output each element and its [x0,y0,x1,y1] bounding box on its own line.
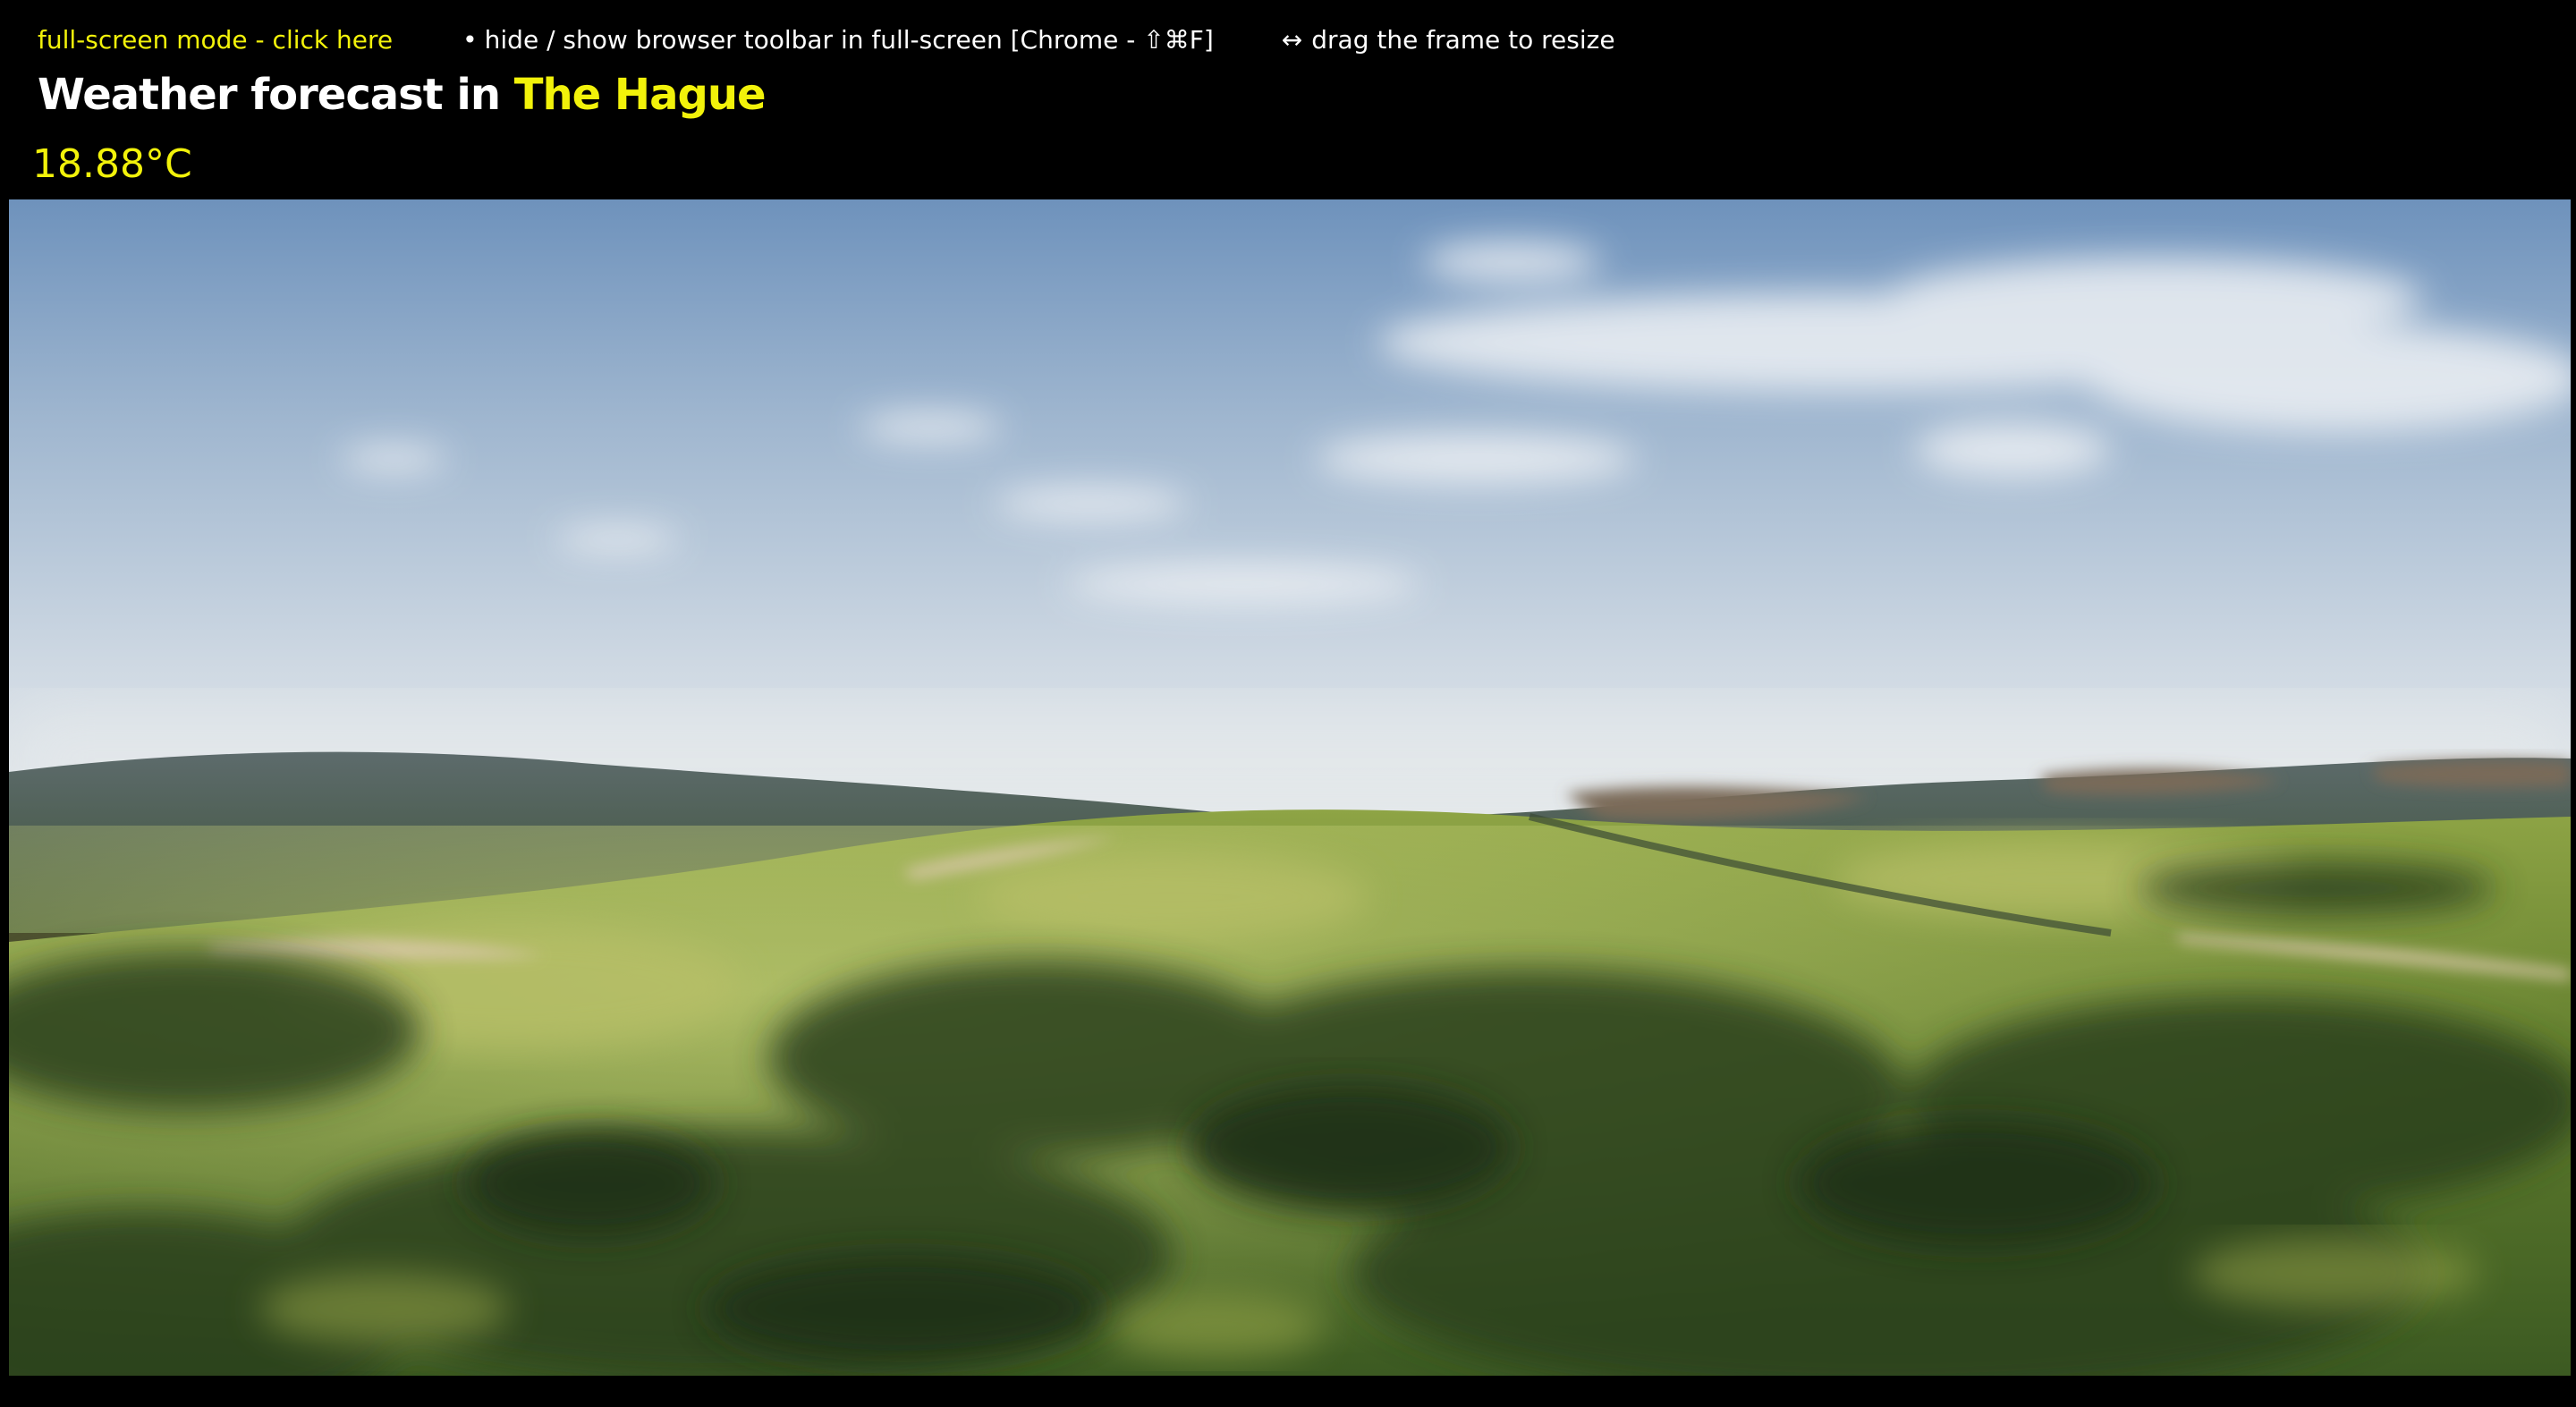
bullet-icon: • [462,24,478,55]
title-prefix: Weather forecast in [38,70,501,120]
top-hints-bar: full-screen mode - click here • hide / sh… [38,21,1615,57]
weather-scene-frame[interactable] [9,199,2571,1376]
fullscreen-link[interactable]: full-screen mode - click here [38,25,393,55]
landscape-image [9,199,2571,1376]
resize-hint-text: drag the frame to resize [1311,24,1615,55]
page-title: Weather forecast in The Hague [38,66,767,123]
resize-arrows-icon: ↔ [1281,24,1303,55]
resize-hint: ↔ drag the frame to resize [1282,25,1615,55]
weather-page: full-screen mode - click here • hide / sh… [0,0,2576,1407]
toolbar-hint-text: hide / show browser toolbar in full-scre… [484,24,1214,55]
temperature-readout: 18.88°C [32,141,192,187]
city-name: The Hague [513,70,767,120]
toolbar-hint: • hide / show browser toolbar in full-scr… [462,25,1214,55]
